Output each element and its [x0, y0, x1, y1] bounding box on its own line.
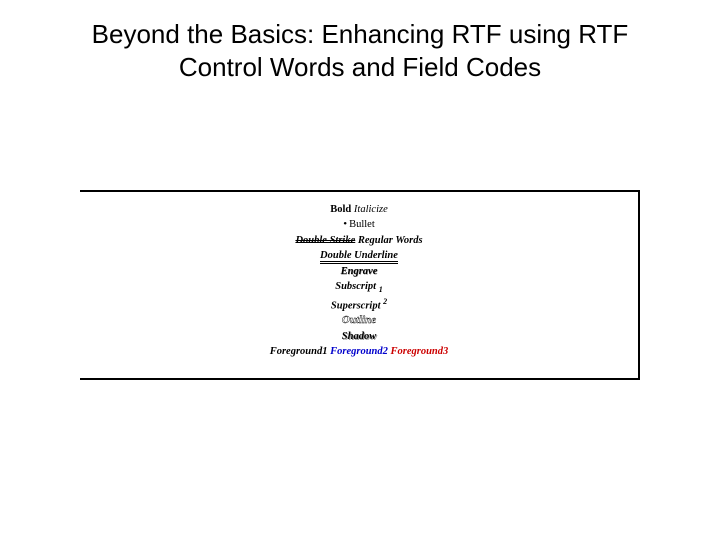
line-outline: Outline: [80, 313, 638, 329]
text-subscript-value: 1: [379, 285, 383, 294]
text-italicize: Italicize: [354, 204, 388, 215]
text-outline: Outline: [342, 314, 376, 326]
text-shadow: Shadow: [342, 331, 376, 342]
line-bullet: Bullet: [80, 217, 638, 233]
text-bold: Bold: [330, 204, 351, 215]
text-superscript-label: Superscript: [331, 300, 381, 311]
text-foreground1: Foreground1: [270, 346, 328, 357]
text-regular-words: Regular Words: [358, 235, 423, 246]
text-double-underline: Double Underline: [320, 250, 398, 264]
text-superscript-value: 2: [383, 297, 387, 306]
line-subscript: Subscript 1: [80, 279, 638, 296]
line-superscript: Superscript 2: [80, 296, 638, 314]
text-bullet: Bullet: [343, 219, 375, 230]
text-foreground2: Foreground2: [330, 346, 388, 357]
line-foreground: Foreground1 Foreground2 Foreground3: [80, 344, 638, 359]
line-doublestrike: Double Strike Regular Words: [80, 233, 638, 248]
text-engrave: Engrave: [341, 266, 378, 277]
rtf-sample: Bold Italicize Bullet Double Strike Regu…: [80, 192, 638, 360]
text-foreground3: Foreground3: [391, 346, 449, 357]
example-frame: Bold Italicize Bullet Double Strike Regu…: [80, 190, 640, 380]
line-engrave: Engrave: [80, 264, 638, 279]
line-doubleunderline: Double Underline: [80, 248, 638, 263]
line-bold-italic: Bold Italicize: [80, 202, 638, 217]
line-shadow: Shadow: [80, 329, 638, 344]
text-double-strike: Double Strike: [295, 235, 355, 246]
text-subscript-label: Subscript: [335, 281, 376, 292]
page-title: Beyond the Basics: Enhancing RTF using R…: [0, 0, 720, 83]
